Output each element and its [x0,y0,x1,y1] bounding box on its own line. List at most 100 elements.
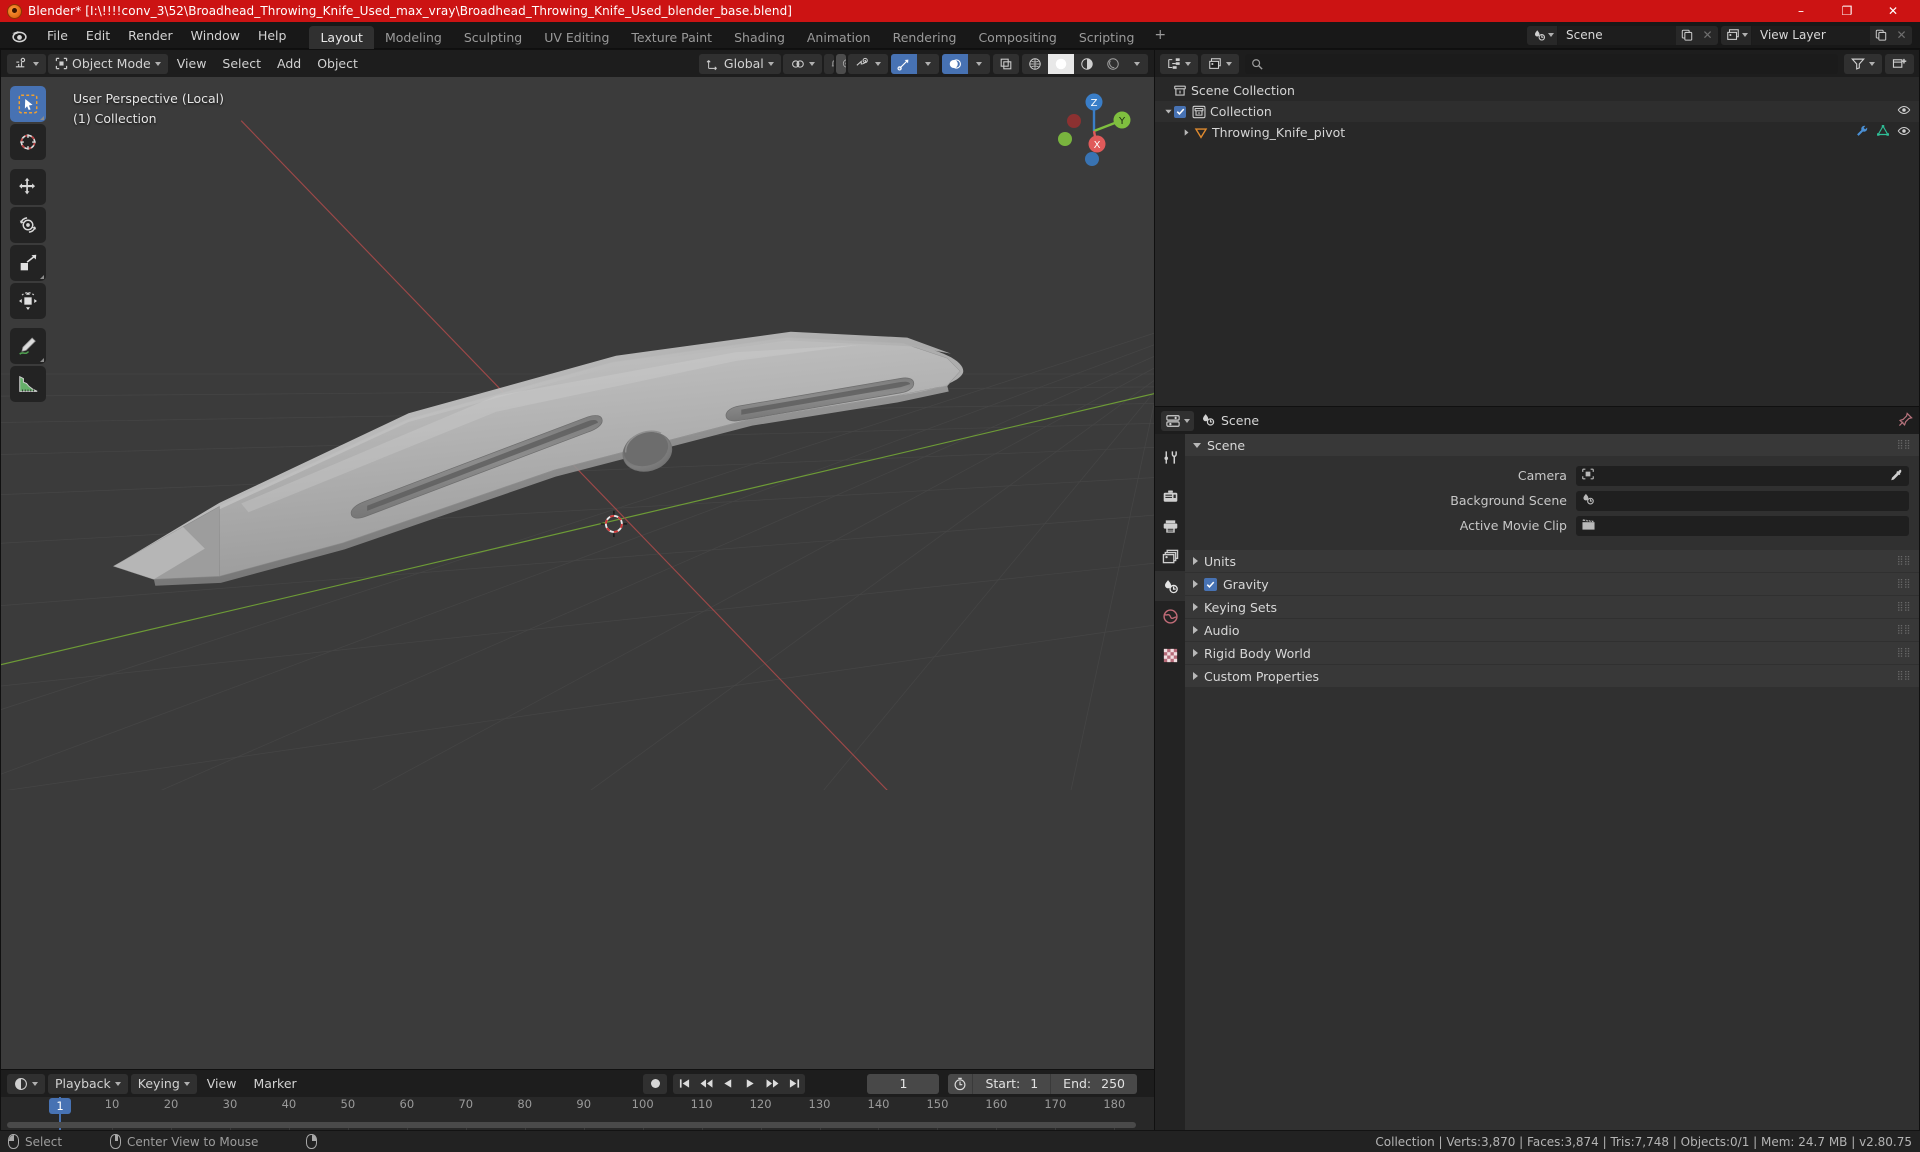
frame-end-field[interactable]: End: 250 [1050,1073,1137,1094]
outliner-display-mode-button[interactable] [1201,53,1239,74]
menu-edit[interactable]: Edit [77,25,119,46]
properties-tab-view-layer[interactable] [1155,541,1185,571]
new-scene-icon[interactable] [1676,25,1697,45]
tab-animation[interactable]: Animation [796,26,882,49]
timeline-menu-view[interactable]: View [200,1074,244,1094]
timeline-menu-keying[interactable]: Keying [130,1073,197,1094]
transform-tool-button[interactable] [10,283,46,319]
menu-window[interactable]: Window [182,25,249,46]
tab-sculpting[interactable]: Sculpting [453,26,533,49]
properties-tab-output[interactable] [1155,511,1185,541]
menu-render[interactable]: Render [119,25,182,46]
auto-keying-button[interactable] [643,1073,668,1094]
menu-file[interactable]: File [38,25,77,46]
field-background-scene[interactable] [1575,490,1909,511]
view-layer-selector[interactable]: View Layer ✕ [1721,25,1912,45]
solid-shading-button[interactable] [1048,53,1074,74]
annotate-tool-button[interactable] [10,328,46,364]
outliner-filter-button[interactable] [1844,53,1882,74]
proportional-editing-toggle[interactable] [835,53,846,74]
scene-name[interactable]: Scene [1558,25,1676,45]
play-button[interactable] [739,1074,761,1094]
object-visibility-selector[interactable] [848,53,888,74]
properties-tab-texture[interactable] [1155,640,1185,670]
tab-compositing[interactable]: Compositing [967,26,1067,49]
collection-checkbox[interactable] [1174,105,1186,118]
tab-scripting[interactable]: Scripting [1068,26,1146,49]
view-layer-browse-icon[interactable] [1721,25,1752,45]
tab-modeling[interactable]: Modeling [374,26,453,49]
properties-editor-type-button[interactable] [1161,410,1194,431]
outliner-row-throwing-knife-pivot[interactable]: Throwing_Knife_pivot [1155,122,1919,143]
proportional-editing-group[interactable] [835,53,846,74]
tab-shading[interactable]: Shading [723,26,796,49]
outliner-row-collection[interactable]: Collection [1155,101,1919,122]
add-workspace-button[interactable]: + [1145,24,1175,46]
play-reverse-button[interactable] [717,1074,739,1094]
disclosure-triangle-icon[interactable] [1163,107,1174,116]
tab-rendering[interactable]: Rendering [882,26,968,49]
outliner-tree[interactable]: Scene Collection Collection Throwing_Kni… [1155,77,1919,406]
overlay-options-dropdown[interactable] [968,54,990,74]
properties-tab-scene[interactable] [1155,571,1185,601]
panel-header-gravity[interactable]: Gravity ⣿⣿ [1185,573,1919,595]
properties-tab-render[interactable] [1155,481,1185,511]
viewport-menu-add[interactable]: Add [270,54,308,74]
viewport-menu-object[interactable]: Object [310,54,365,74]
panel-header-scene[interactable]: Scene ⣿⣿ [1185,434,1919,456]
tab-texture-paint[interactable]: Texture Paint [620,26,723,49]
viewport-menu-view[interactable]: View [170,54,214,74]
outliner-search-input[interactable] [1245,53,1838,74]
wireframe-shading-button[interactable] [1022,54,1048,74]
new-view-layer-icon[interactable] [1870,25,1891,45]
viewport-menu-select[interactable]: Select [215,54,268,74]
scale-tool-button[interactable] [10,245,46,281]
gizmo-options-dropdown[interactable] [917,54,939,74]
timeline-menu-marker[interactable]: Marker [246,1074,303,1094]
use-preview-range-icon[interactable] [948,1073,973,1094]
viewport-3d[interactable]: User Perspective (Local) (1) Collection [1,77,1154,1069]
panel-header-rigid-body-world[interactable]: Rigid Body World ⣿⣿ [1185,642,1919,664]
show-gizmo-toggle[interactable] [891,53,917,74]
unlink-scene-icon[interactable]: ✕ [1697,25,1718,45]
prev-keyframe-button[interactable] [695,1074,717,1094]
snap-magnet-icon[interactable] [824,54,834,74]
rendered-shading-button[interactable] [1100,54,1126,74]
eye-icon[interactable] [1897,124,1911,141]
gravity-checkbox[interactable] [1204,577,1217,591]
view-layer-name[interactable]: View Layer [1752,25,1870,45]
snapping-group[interactable] [823,53,834,74]
timeline-editor-type-button[interactable] [7,1073,45,1094]
eyedropper-icon[interactable] [1889,468,1904,483]
jump-start-button[interactable] [673,1074,695,1094]
minimize-button[interactable]: – [1778,0,1824,22]
frame-start-field[interactable]: Start: 1 [972,1073,1051,1094]
panel-header-audio[interactable]: Audio ⣿⣿ [1185,619,1919,641]
menu-help[interactable]: Help [249,25,296,46]
outliner-new-collection-button[interactable] [1885,53,1914,74]
move-tool-button[interactable] [10,169,46,205]
object-mode-selector[interactable]: Object Mode [48,53,168,74]
timeline-ruler[interactable]: 10 20 30 40 50 60 70 80 90 100 110 120 130 140 150 160 1… [1,1097,1154,1130]
outliner-editor-type-button[interactable] [1160,53,1198,74]
pin-id-icon[interactable] [1898,411,1913,430]
transform-orientation-selector[interactable]: Global [698,53,781,74]
shading-options-dropdown[interactable] [1126,54,1148,74]
pivot-point-selector[interactable] [782,53,822,74]
outliner-row-scene-collection[interactable]: Scene Collection [1155,80,1919,101]
tweak-tool-button[interactable] [10,86,46,122]
timeline-menu-playback[interactable]: Playback [48,1073,128,1094]
measure-tool-button[interactable] [10,366,46,402]
tab-layout[interactable]: Layout [309,25,374,49]
scene-browse-icon[interactable] [1527,25,1558,45]
scene-selector[interactable]: Scene ✕ [1527,25,1718,45]
mesh-data-icon[interactable] [1876,124,1890,141]
material-preview-button[interactable] [1074,54,1100,74]
show-overlays-toggle[interactable] [942,53,968,74]
xray-toggle[interactable] [993,53,1019,74]
panel-header-custom-properties[interactable]: Custom Properties ⣿⣿ [1185,665,1919,687]
panel-header-units[interactable]: Units ⣿⣿ [1185,550,1919,572]
shading-modes-group[interactable] [1022,53,1148,74]
gizmo-group[interactable] [891,53,939,74]
jump-end-button[interactable] [783,1074,805,1094]
